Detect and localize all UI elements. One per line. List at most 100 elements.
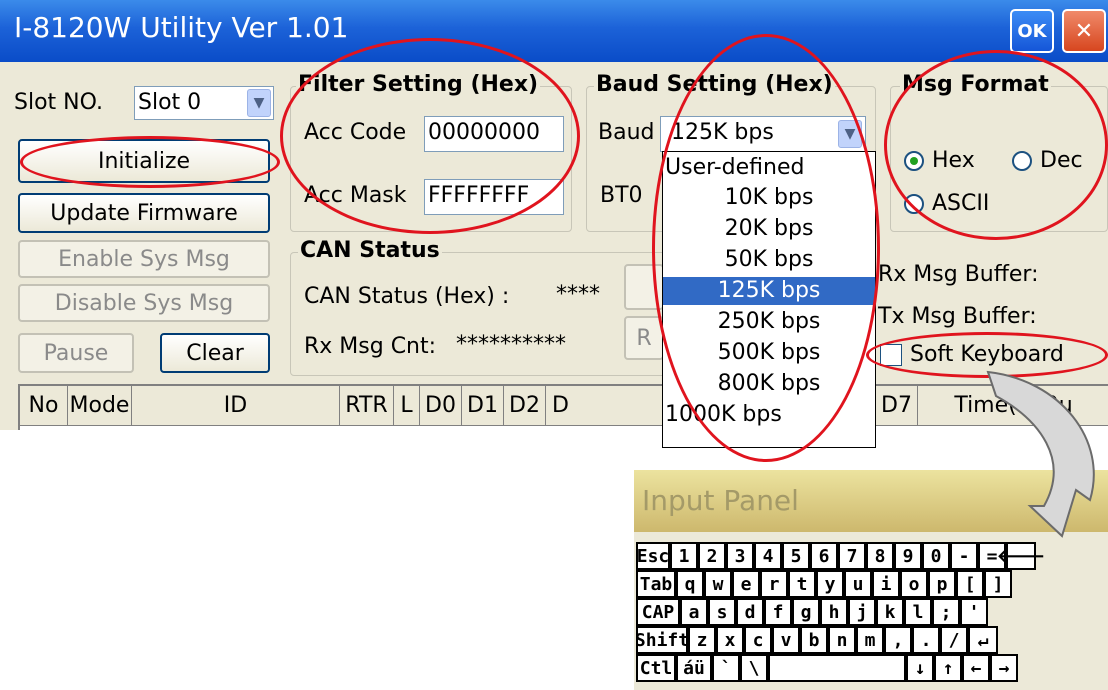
key-d[interactable]: d bbox=[736, 598, 764, 626]
key-r[interactable]: r bbox=[760, 570, 788, 598]
key-v[interactable]: v bbox=[772, 626, 800, 654]
key-b[interactable]: b bbox=[800, 626, 828, 654]
key-o[interactable]: o bbox=[900, 570, 928, 598]
key-period[interactable]: . bbox=[912, 626, 940, 654]
ascii-radio[interactable] bbox=[904, 194, 924, 214]
key-slash[interactable]: / bbox=[940, 626, 968, 654]
baud-option[interactable]: 20K bps bbox=[663, 215, 875, 243]
key-j[interactable]: j bbox=[848, 598, 876, 626]
disable-sys-msg-button[interactable]: Disable Sys Msg bbox=[18, 284, 270, 322]
rx-reset-button[interactable]: R bbox=[624, 316, 664, 360]
can-status-button[interactable] bbox=[624, 264, 664, 310]
baud-value: 125K bps bbox=[671, 120, 774, 145]
key-h[interactable]: h bbox=[820, 598, 848, 626]
baud-option-selected[interactable]: 125K bps bbox=[663, 277, 875, 305]
key-x[interactable]: x bbox=[716, 626, 744, 654]
key-q[interactable]: q bbox=[676, 570, 704, 598]
msg-format-title: Msg Format bbox=[900, 72, 1051, 97]
update-firmware-button[interactable]: Update Firmware bbox=[18, 193, 270, 233]
key-down[interactable]: ↓ bbox=[906, 654, 934, 682]
acc-code-input[interactable]: 00000000 bbox=[424, 116, 564, 152]
slot-dropdown-arrow-icon[interactable]: ▼ bbox=[247, 89, 271, 117]
key-c[interactable]: c bbox=[744, 626, 772, 654]
key-n[interactable]: n bbox=[828, 626, 856, 654]
key-tab[interactable]: Tab bbox=[636, 570, 676, 598]
column-header-l[interactable]: L bbox=[394, 386, 420, 426]
soft-keyboard-checkbox[interactable] bbox=[880, 344, 902, 366]
key-9[interactable]: 9 bbox=[894, 542, 922, 570]
key-enter[interactable]: ↵ bbox=[968, 626, 998, 654]
key-k[interactable]: k bbox=[876, 598, 904, 626]
key-8[interactable]: 8 bbox=[866, 542, 894, 570]
column-header-d1[interactable]: D1 bbox=[462, 386, 504, 426]
dec-radio[interactable] bbox=[1012, 151, 1032, 171]
column-header-d0[interactable]: D0 bbox=[420, 386, 462, 426]
key-z[interactable]: z bbox=[688, 626, 716, 654]
column-header-id[interactable]: ID bbox=[132, 386, 340, 426]
key-space[interactable] bbox=[768, 654, 906, 682]
key-left[interactable]: ← bbox=[962, 654, 990, 682]
key-up[interactable]: ↑ bbox=[934, 654, 962, 682]
baud-select[interactable]: 125K bps bbox=[660, 116, 866, 152]
column-header-d2[interactable]: D2 bbox=[504, 386, 546, 426]
key-esc[interactable]: Esc bbox=[636, 542, 670, 570]
baud-option[interactable]: 10K bps bbox=[663, 184, 875, 212]
hex-radio[interactable] bbox=[904, 151, 924, 171]
key-0[interactable]: 0 bbox=[922, 542, 950, 570]
key-semicolon[interactable]: ; bbox=[932, 598, 960, 626]
key-1[interactable]: 1 bbox=[670, 542, 698, 570]
baud-option[interactable]: User-defined bbox=[663, 154, 875, 182]
key-e[interactable]: e bbox=[732, 570, 760, 598]
key-f[interactable]: f bbox=[764, 598, 792, 626]
column-header-mode[interactable]: Mode bbox=[68, 386, 132, 426]
key-right[interactable]: → bbox=[990, 654, 1018, 682]
key-right-bracket[interactable]: ] bbox=[984, 570, 1012, 598]
enable-sys-msg-button[interactable]: Enable Sys Msg bbox=[18, 240, 270, 278]
key-m[interactable]: m bbox=[856, 626, 884, 654]
key-minus[interactable]: - bbox=[950, 542, 978, 570]
hex-label: Hex bbox=[932, 148, 975, 173]
key-l[interactable]: l bbox=[904, 598, 932, 626]
column-header-d7[interactable]: D7 bbox=[876, 386, 918, 426]
key-3[interactable]: 3 bbox=[726, 542, 754, 570]
key-backspace[interactable]: 🡐 bbox=[997, 542, 1045, 570]
column-header-no[interactable]: No bbox=[20, 386, 68, 426]
key-p[interactable]: p bbox=[928, 570, 956, 598]
key-ctrl[interactable]: Ctl bbox=[636, 654, 676, 682]
baud-option[interactable]: 250K bps bbox=[663, 308, 875, 336]
close-button[interactable]: ✕ bbox=[1062, 9, 1106, 53]
column-header-rtr[interactable]: RTR bbox=[340, 386, 394, 426]
ok-button[interactable]: OK bbox=[1010, 9, 1054, 53]
key-left-bracket[interactable]: [ bbox=[956, 570, 984, 598]
key-u[interactable]: u bbox=[844, 570, 872, 598]
key-t[interactable]: t bbox=[788, 570, 816, 598]
key-backtick[interactable]: ` bbox=[712, 654, 740, 682]
key-quote[interactable]: ' bbox=[960, 598, 988, 626]
acc-mask-input[interactable]: FFFFFFFF bbox=[424, 179, 564, 215]
baud-option[interactable]: 500K bps bbox=[663, 339, 875, 367]
initialize-button[interactable]: Initialize bbox=[18, 139, 270, 183]
key-w[interactable]: w bbox=[704, 570, 732, 598]
baud-dropdown-arrow-icon[interactable]: ▼ bbox=[838, 120, 862, 148]
key-intl[interactable]: áü bbox=[676, 654, 712, 682]
key-5[interactable]: 5 bbox=[782, 542, 810, 570]
key-a[interactable]: a bbox=[680, 598, 708, 626]
baud-option[interactable]: 1000K bps bbox=[663, 401, 875, 429]
key-2[interactable]: 2 bbox=[698, 542, 726, 570]
key-4[interactable]: 4 bbox=[754, 542, 782, 570]
key-comma[interactable]: , bbox=[884, 626, 912, 654]
key-g[interactable]: g bbox=[792, 598, 820, 626]
baud-option[interactable]: 50K bps bbox=[663, 246, 875, 274]
clear-button[interactable]: Clear bbox=[160, 333, 270, 373]
key-6[interactable]: 6 bbox=[810, 542, 838, 570]
key-caps[interactable]: CAP bbox=[636, 598, 680, 626]
key-s[interactable]: s bbox=[708, 598, 736, 626]
key-y[interactable]: y bbox=[816, 570, 844, 598]
pause-button[interactable]: Pause bbox=[18, 333, 134, 373]
key-7[interactable]: 7 bbox=[838, 542, 866, 570]
baud-option[interactable]: 800K bps bbox=[663, 370, 875, 398]
key-i[interactable]: i bbox=[872, 570, 900, 598]
key-backslash[interactable]: \ bbox=[740, 654, 768, 682]
acc-mask-label: Acc Mask bbox=[304, 183, 407, 208]
key-shift[interactable]: Shift bbox=[635, 626, 689, 654]
